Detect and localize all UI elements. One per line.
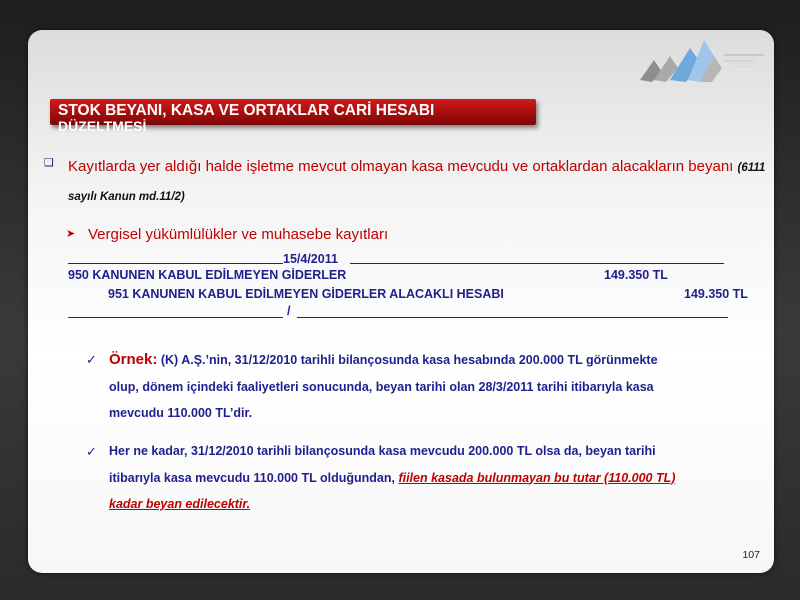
company-logo-icon: [640, 40, 764, 82]
slide-title: STOK BEYANI, KASA VE ORTAKLAR CARİ HESAB…: [50, 99, 536, 134]
bullet-main-body: Kayıtlarda yer aldığı halde işletme mevc…: [68, 158, 738, 175]
ledger-line-top-left: [68, 263, 283, 264]
example2-line3-emphasis: kadar beyan edilecektir.: [109, 497, 251, 511]
example1-line3: mevcudu 110.000 TL’dir.: [109, 406, 253, 420]
page-number: 107: [742, 549, 760, 561]
ledger-line-bottom-right: [297, 317, 728, 318]
bullet-sub-text: Vergisel yükümlülükler ve muhasebe kayıt…: [88, 226, 389, 243]
example1-line1: (K) A.Ş.’nin, 31/12/2010 tarihli bilanço…: [157, 353, 658, 367]
slide-title-line2: DÜZELTMESİ: [58, 118, 147, 134]
ledger-credit-amount: 149.350 TL: [684, 287, 748, 301]
ledger-line-bottom-left: [68, 317, 283, 318]
ledger-date: 15/4/2011: [283, 252, 338, 266]
example2-line1: Her ne kadar, 31/12/2010 tarihli bilanço…: [109, 444, 656, 458]
square-bullet-icon: ❑: [44, 157, 54, 169]
arrow-bullet-icon: ➤: [66, 228, 76, 240]
check-mark-icon: ✓: [86, 352, 97, 367]
bullet-main-text: Kayıtlarda yer aldığı halde işletme mevc…: [68, 153, 768, 211]
ledger-credit-account: 951 KANUNEN KABUL EDİLMEYEN GİDERLER ALA…: [108, 287, 504, 301]
check-mark-icon: ✓: [86, 444, 97, 459]
ledger-line-top-right: [350, 263, 724, 264]
ledger-debit-account: 950 KANUNEN KABUL EDİLMEYEN GİDERLER: [68, 268, 347, 282]
slide: STOK BEYANI, KASA VE ORTAKLAR CARİ HESAB…: [28, 30, 774, 573]
example2-line2-emphasis: fiilen kasada bulunmayan bu tutar (110.0…: [398, 470, 676, 485]
example1-lead: Örnek:: [109, 351, 158, 368]
example2-line2-prefix: itibarıyla kasa mevcudu 110.000 TL olduğ…: [109, 470, 399, 485]
ledger-separator: /: [287, 304, 291, 318]
ledger-debit-amount: 149.350 TL: [604, 268, 668, 282]
example1-text: Örnek: (K) A.Ş.’nin, 31/12/2010 tarihli …: [109, 347, 769, 427]
example2-text: Her ne kadar, 31/12/2010 tarihli bilanço…: [109, 438, 769, 518]
slide-title-line1: STOK BEYANI, KASA VE ORTAKLAR CARİ HESAB…: [58, 102, 435, 119]
example1-line2: olup, dönem içindeki faaliyetleri sonucu…: [109, 379, 654, 394]
